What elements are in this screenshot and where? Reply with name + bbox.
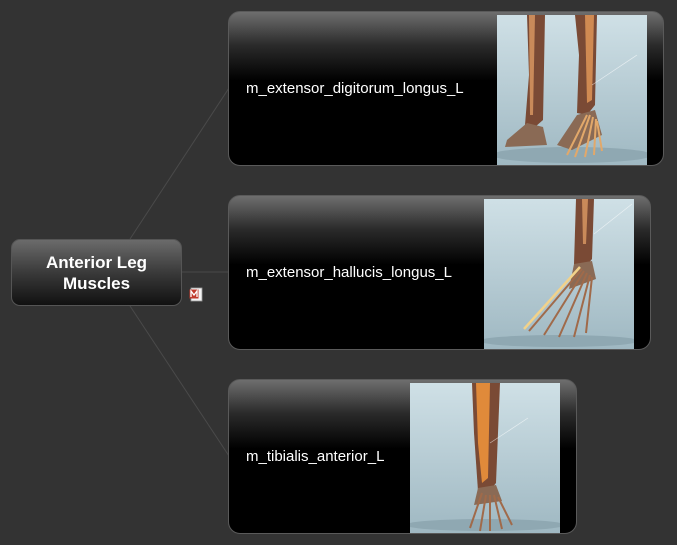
central-topic-line2: Muscles xyxy=(62,273,131,293)
notes-icon[interactable] xyxy=(189,287,203,302)
topic-label: m_tibialis_anterior_L xyxy=(246,448,385,465)
mind-map-canvas: Anterior Leg Muscles m_extensor_digitoru… xyxy=(0,0,677,545)
central-topic[interactable]: Anterior Leg Muscles xyxy=(11,239,182,306)
topic-extensor-digitorum-longus[interactable]: m_extensor_digitorum_longus_L xyxy=(228,11,664,166)
central-topic-line1: Anterior Leg xyxy=(45,252,148,272)
shin-muscle-illustration xyxy=(410,383,560,533)
topic-label: m_extensor_digitorum_longus_L xyxy=(246,80,464,97)
connector-branch-1 xyxy=(129,87,230,240)
topic-label: m_extensor_hallucis_longus_L xyxy=(246,264,452,281)
connector-branch-3 xyxy=(129,305,230,457)
leg-foot-muscle-illustration xyxy=(497,15,647,165)
topic-tibialis-anterior[interactable]: m_tibialis_anterior_L xyxy=(228,379,577,534)
topic-extensor-hallucis-longus[interactable]: m_extensor_hallucis_longus_L xyxy=(228,195,651,350)
foot-tendon-illustration xyxy=(484,199,634,349)
